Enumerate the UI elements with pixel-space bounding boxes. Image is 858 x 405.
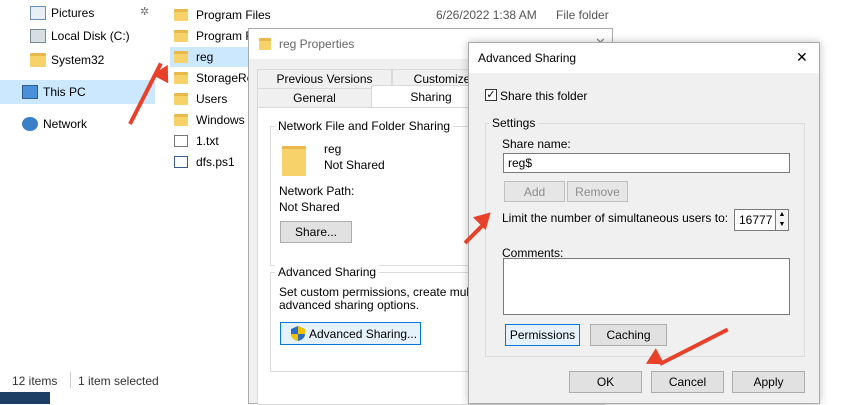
user-limit-spinner[interactable]: 16777 xyxy=(734,209,778,231)
selection-count: 1 item selected xyxy=(78,374,159,388)
pin-icon: ✲ xyxy=(140,6,150,18)
remove-button[interactable]: Remove xyxy=(567,181,628,202)
folder-icon xyxy=(174,93,188,105)
advanced-sharing-group-label: Advanced Sharing xyxy=(275,265,380,279)
share-button[interactable]: Share... xyxy=(280,221,352,243)
nav-item-pictures[interactable]: Pictures ✲ xyxy=(0,2,160,24)
navigation-pane: Pictures ✲ Local Disk (C:) System32 This… xyxy=(0,0,160,370)
nav-item-label: System32 xyxy=(51,53,105,67)
permissions-button[interactable]: Permissions xyxy=(505,324,580,346)
properties-title: reg Properties xyxy=(279,37,355,51)
script-file-icon xyxy=(174,156,188,168)
shield-icon xyxy=(291,326,305,341)
file-name: Users xyxy=(196,92,228,106)
pictures-icon xyxy=(30,6,46,20)
folder-icon xyxy=(174,51,188,63)
spinner-arrows-icon[interactable]: ▲ ▼ xyxy=(775,209,789,231)
drive-icon xyxy=(30,29,46,43)
advanced-sharing-button[interactable]: Advanced Sharing... xyxy=(280,322,421,345)
apply-button[interactable]: Apply xyxy=(732,371,805,393)
file-type: File folder xyxy=(556,8,609,22)
file-name: Program F xyxy=(196,29,253,43)
add-button[interactable]: Add xyxy=(504,181,565,202)
file-row[interactable]: Program Files xyxy=(174,5,294,25)
text-file-icon xyxy=(174,135,188,147)
advanced-sharing-description-2: advanced sharing options. xyxy=(279,298,420,312)
nav-item-system32[interactable]: System32 xyxy=(0,49,160,71)
advanced-title: Advanced Sharing xyxy=(478,51,577,65)
file-name: reg xyxy=(196,50,214,64)
nav-item-label: This PC xyxy=(43,85,86,99)
status-divider xyxy=(70,372,71,388)
network-path-label: Network Path: xyxy=(279,184,355,198)
folder-icon xyxy=(259,38,271,50)
caching-button[interactable]: Caching xyxy=(590,324,667,346)
folder-icon xyxy=(174,114,188,126)
share-folder-label: Share this folder xyxy=(500,89,588,103)
folder-share-status: Not Shared xyxy=(324,158,385,172)
settings-group-label: Settings xyxy=(489,116,539,130)
network-sharing-group-label: Network File and Folder Sharing xyxy=(275,119,454,133)
folder-name: reg xyxy=(324,142,342,156)
folder-large-icon xyxy=(282,146,306,176)
folder-icon xyxy=(174,9,188,21)
network-icon xyxy=(22,117,38,131)
file-name: dfs.ps1 xyxy=(196,155,235,169)
share-name-label: Share name: xyxy=(502,137,571,151)
cancel-button[interactable]: Cancel xyxy=(651,371,724,393)
nav-item-label: Network xyxy=(43,117,88,131)
nav-item-this-pc[interactable]: This PC xyxy=(0,80,155,104)
file-date: 6/26/2022 1:38 AM xyxy=(436,8,537,22)
advanced-title-bar: Advanced Sharing ✕ xyxy=(469,43,819,73)
network-path-value: Not Shared xyxy=(279,200,340,214)
comments-textarea[interactable] xyxy=(503,258,790,315)
file-row-selected[interactable]: reg xyxy=(170,47,248,67)
advanced-sharing-button-label: Advanced Sharing... xyxy=(309,326,418,341)
nav-item-label: Local Disk (C:) xyxy=(51,29,130,43)
file-name: Program Files xyxy=(196,8,271,22)
item-count: 12 items xyxy=(12,374,58,388)
folder-icon xyxy=(30,53,46,67)
file-name: 1.txt xyxy=(196,134,219,148)
user-limit-label: Limit the number of simultaneous users t… xyxy=(502,211,729,225)
folder-icon xyxy=(174,72,188,84)
computer-icon xyxy=(22,85,38,99)
file-name: Windows xyxy=(196,113,245,127)
advanced-sharing-dialog: Advanced Sharing ✕ ✓ Share this folder S… xyxy=(468,42,820,404)
share-folder-checkbox[interactable]: ✓ xyxy=(485,89,497,101)
nav-item-label: Pictures xyxy=(51,6,95,20)
folder-icon xyxy=(174,30,188,42)
file-name: StorageRe xyxy=(196,71,254,85)
share-name-input[interactable]: reg$ xyxy=(503,153,790,173)
nav-item-local-disk[interactable]: Local Disk (C:) xyxy=(0,25,160,47)
tab-general[interactable]: General xyxy=(257,88,372,108)
ok-button[interactable]: OK xyxy=(569,371,642,393)
close-icon[interactable]: ✕ xyxy=(796,49,808,66)
taskbar-thumbnail xyxy=(0,392,50,404)
